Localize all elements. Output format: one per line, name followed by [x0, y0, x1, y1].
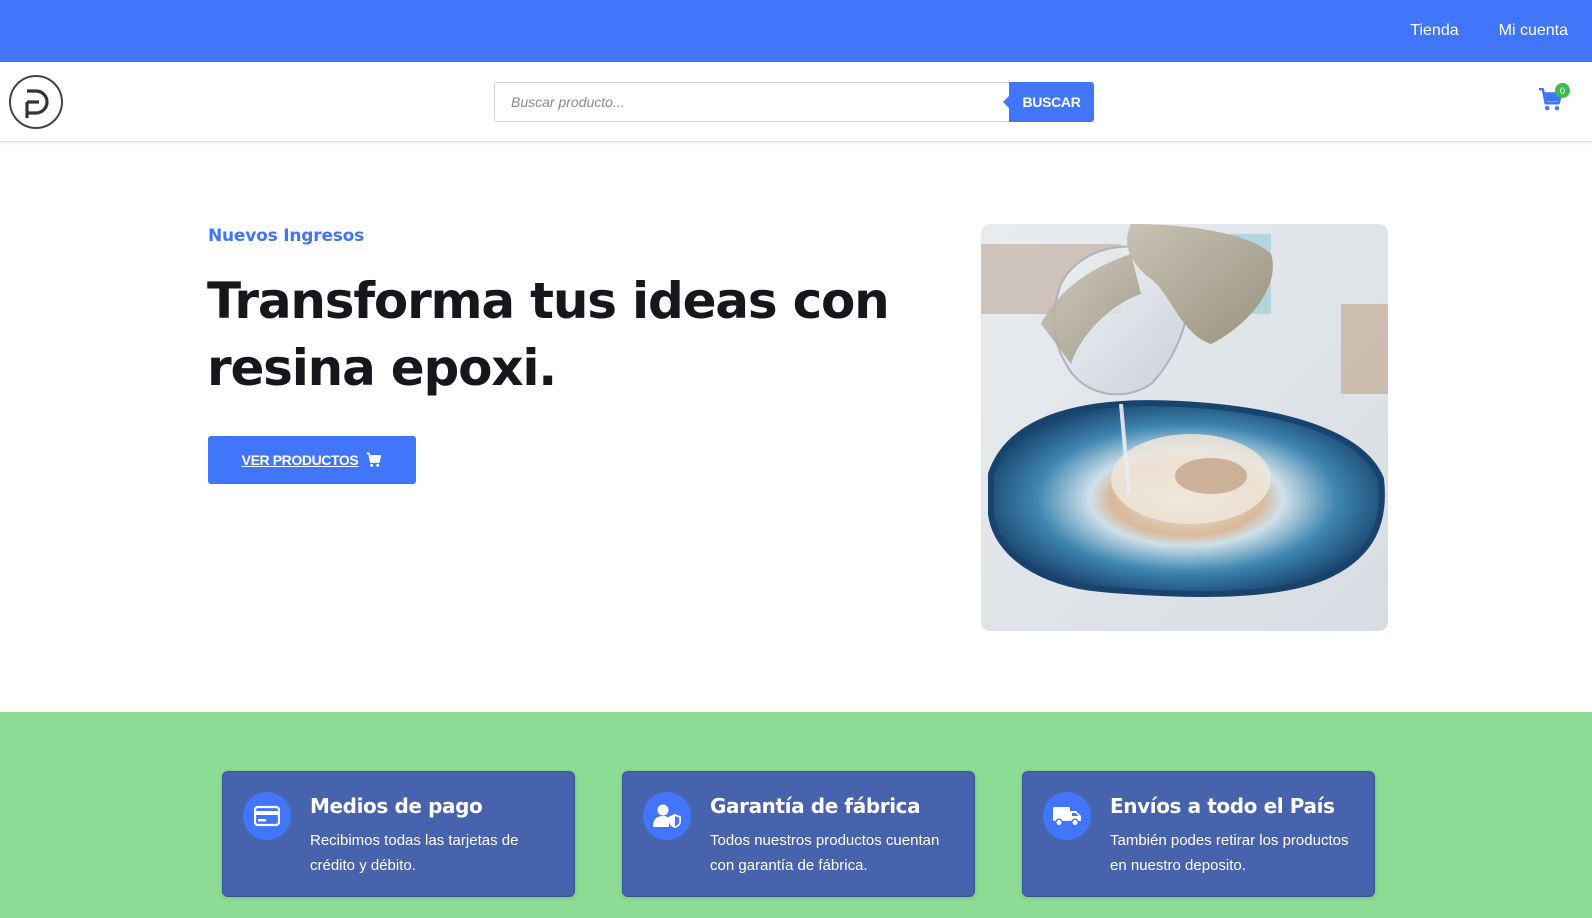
- hero-eyebrow: Nuevos Ingresos: [208, 226, 365, 246]
- feature-text: Todos nuestros productos cuentan con gar…: [710, 832, 940, 874]
- search-button[interactable]: BUSCAR: [1003, 82, 1094, 122]
- view-products-button[interactable]: VER PRODUCTOS: [208, 436, 416, 484]
- feature-text: También podes retirar los productos en n…: [1110, 832, 1349, 874]
- top-bar: Tienda Mi cuenta: [0, 0, 1592, 62]
- features-section: Medios de pago Recibimos todas las tarje…: [0, 712, 1592, 918]
- nav-link-tienda[interactable]: Tienda: [1410, 22, 1458, 40]
- feature-title: Envíos a todo el País: [1110, 794, 1335, 818]
- feature-card-shipping: Envíos a todo el País También podes reti…: [1022, 771, 1375, 897]
- logo-icon: [25, 89, 49, 118]
- hero-title: Transforma tus ideas con resina epoxi.: [207, 272, 890, 397]
- brand-logo[interactable]: [9, 75, 63, 129]
- cart-icon: [366, 452, 382, 467]
- top-nav: Tienda Mi cuenta: [1410, 0, 1568, 62]
- site-header: BUSCAR 0: [0, 62, 1592, 142]
- resin-pouring-photo: [981, 224, 1388, 631]
- feature-title: Garantía de fábrica: [710, 794, 921, 818]
- cart-count-badge: 0: [1555, 83, 1570, 98]
- feature-card-payment: Medios de pago Recibimos todas las tarje…: [222, 771, 575, 897]
- search-input[interactable]: [494, 82, 1009, 122]
- truck-icon: [1043, 792, 1091, 840]
- feature-card-warranty: Garantía de fábrica Todos nuestros produ…: [622, 771, 975, 897]
- credit-card-icon: [243, 792, 291, 840]
- feature-text: Recibimos todas las tarjetas de crédito …: [310, 832, 519, 874]
- nav-link-mi-cuenta[interactable]: Mi cuenta: [1499, 22, 1568, 40]
- search-form: BUSCAR: [494, 82, 1094, 122]
- view-products-label: VER PRODUCTOS: [241, 452, 359, 468]
- user-shield-icon: [643, 792, 691, 840]
- feature-title: Medios de pago: [310, 794, 483, 818]
